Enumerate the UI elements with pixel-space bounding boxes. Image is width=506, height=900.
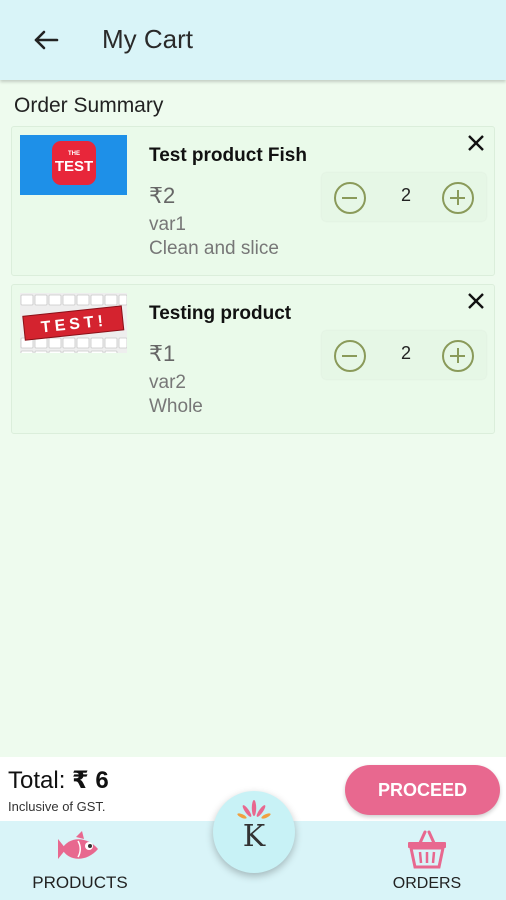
nav-products[interactable]: PRODUCTS [20, 821, 140, 900]
nav-orders[interactable]: ORDERS [382, 821, 472, 900]
page-title: My Cart [102, 24, 193, 54]
quantity-value: 2 [400, 185, 411, 205]
svg-text:TEST: TEST [55, 158, 93, 175]
quantity-stepper: 2 [322, 331, 486, 379]
plus-circle-icon[interactable] [442, 182, 474, 214]
order-total: Total: ₹ 6 [8, 766, 109, 795]
product-price: ₹1 [149, 341, 176, 366]
logo-letter: K [242, 819, 266, 854]
gst-note: Inclusive of GST. [8, 799, 106, 814]
proceed-button[interactable]: PROCEED [345, 765, 500, 815]
arrow-left-icon[interactable] [30, 24, 62, 56]
close-icon[interactable] [464, 289, 488, 313]
minus-circle-icon[interactable] [334, 340, 366, 372]
order-summary-label: Order Summary [14, 94, 164, 117]
home-logo-button[interactable]: K [213, 791, 295, 873]
product-name: Testing product [149, 303, 292, 324]
total-label: Total: [8, 767, 66, 794]
cart-item: THE TEST Test product Fish ₹2 var1 Clean… [11, 126, 495, 276]
app-bar: My Cart [0, 0, 506, 80]
product-price: ₹2 [149, 183, 176, 208]
close-icon[interactable] [464, 131, 488, 155]
basket-icon [403, 829, 451, 869]
product-image: THE TEST [20, 135, 127, 195]
product-name: Test product Fish [149, 145, 307, 166]
flower-icon [237, 799, 271, 821]
product-variant: var2 [149, 372, 186, 393]
product-cut: Clean and slice [149, 238, 279, 259]
product-variant: var1 [149, 214, 186, 235]
product-image: TEST! [20, 293, 127, 353]
nav-products-label: PRODUCTS [32, 873, 128, 892]
cart-item: TEST! Testing product ₹1 var2 Whole 2 [11, 284, 495, 434]
quantity-value: 2 [400, 343, 411, 363]
minus-circle-icon[interactable] [334, 182, 366, 214]
fish-icon [56, 829, 104, 869]
quantity-stepper: 2 [322, 173, 486, 221]
svg-text:THE: THE [68, 151, 80, 157]
total-value: ₹ 6 [72, 767, 109, 794]
product-cut: Whole [149, 396, 203, 417]
nav-orders-label: ORDERS [392, 875, 462, 892]
plus-circle-icon[interactable] [442, 340, 474, 372]
